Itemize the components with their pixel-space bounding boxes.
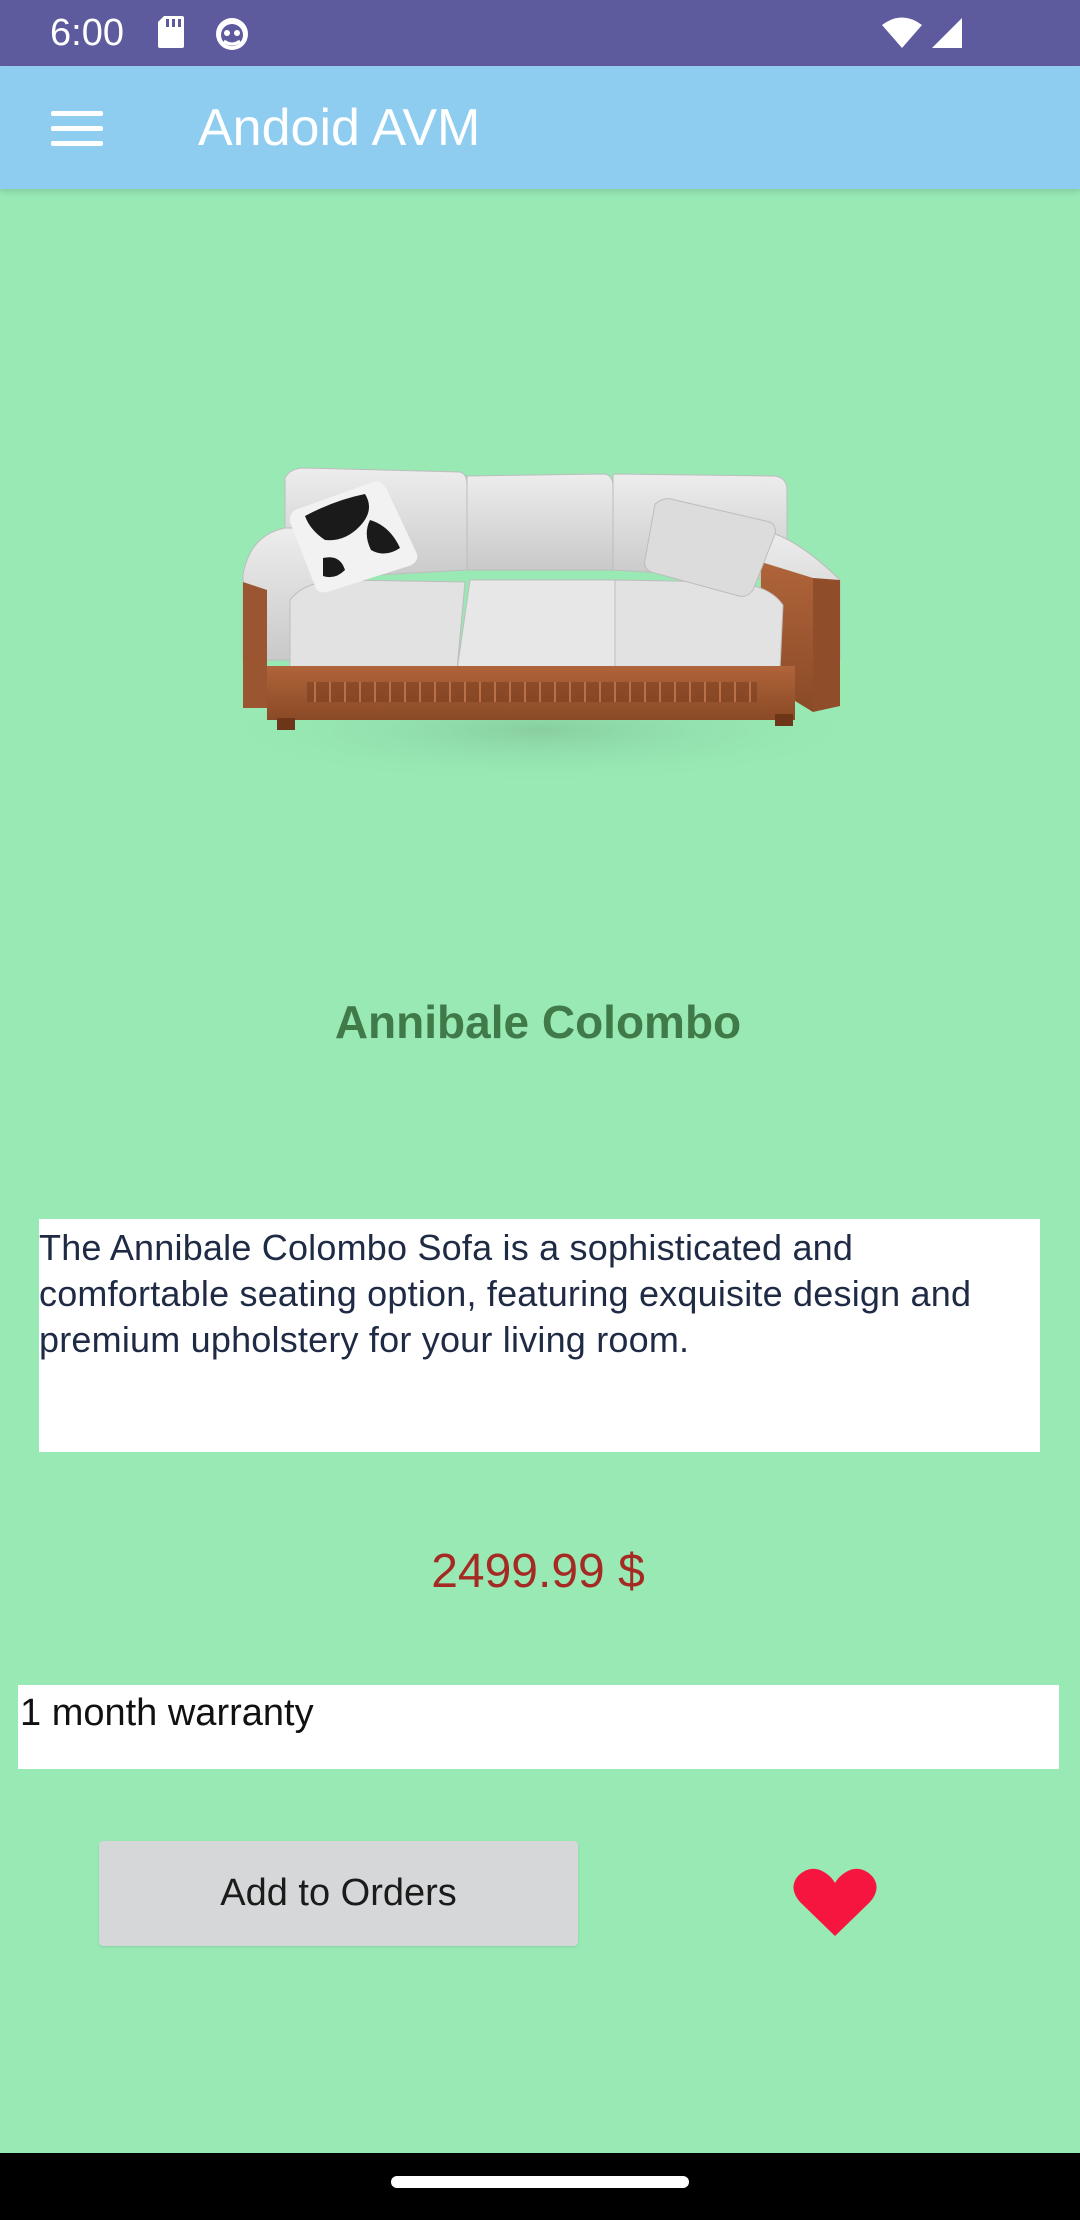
status-bar: 6:00 bbox=[0, 0, 1080, 66]
app-bar: Andoid AVM bbox=[0, 66, 1080, 189]
heart-icon[interactable] bbox=[790, 1862, 880, 1942]
menu-bar-line bbox=[51, 140, 103, 146]
product-description: The Annibale Colombo Sofa is a sophistic… bbox=[39, 1219, 1040, 1452]
product-detail-screen: 6:00 Andoid AVM Annibale Colombo The Ann… bbox=[0, 0, 1080, 2220]
sofa-image bbox=[210, 467, 870, 785]
status-time: 6:00 bbox=[50, 12, 124, 54]
app-title: Andoid AVM bbox=[198, 99, 481, 157]
sd-card-icon bbox=[158, 16, 184, 48]
home-indicator[interactable] bbox=[391, 2176, 689, 2188]
product-price: 2499.99 $ bbox=[431, 1545, 645, 1598]
wifi-icon bbox=[882, 17, 922, 48]
menu-bar-line bbox=[51, 110, 103, 116]
add-to-orders-button[interactable]: Add to Orders bbox=[99, 1841, 578, 1946]
warranty-text: 1 month warranty bbox=[18, 1685, 1059, 1769]
hamburger-menu-icon[interactable] bbox=[40, 96, 114, 160]
menu-bar-line bbox=[51, 125, 103, 131]
signal-icon bbox=[932, 18, 962, 48]
product-name: Annibale Colombo bbox=[334, 996, 742, 1048]
android-debug-icon bbox=[216, 18, 248, 50]
